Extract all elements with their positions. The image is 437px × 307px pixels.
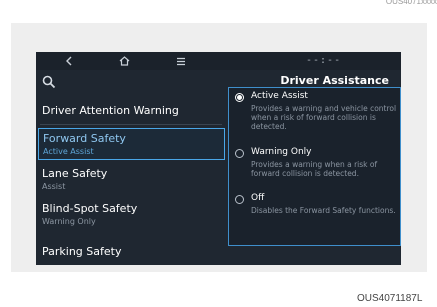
menu-icon[interactable] bbox=[174, 54, 188, 68]
back-icon[interactable] bbox=[62, 54, 76, 68]
home-icon[interactable] bbox=[117, 54, 131, 68]
menu-item-forward-safety[interactable]: Forward Safety Active Assist bbox=[38, 128, 225, 160]
right-panel: Driver Assistance Active Assist Provides… bbox=[228, 70, 401, 265]
menu-item-value: Assist bbox=[42, 182, 66, 191]
top-code-text: OUS4071xxxx bbox=[385, 0, 437, 6]
search-icon bbox=[42, 75, 56, 89]
menu-item-lane-safety[interactable]: Lane Safety Assist bbox=[36, 165, 226, 195]
menu-item-label: Driver Attention Warning bbox=[42, 104, 179, 117]
option-description: Provides a warning and vehicle control w… bbox=[251, 104, 397, 131]
menu-item-blind-spot-safety[interactable]: Blind-Spot Safety Warning Only bbox=[36, 200, 226, 230]
menu-item-parking-safety[interactable]: Parking Safety bbox=[36, 243, 226, 263]
radio-checked-icon[interactable] bbox=[235, 93, 244, 102]
menu-item-driver-attention-warning[interactable]: Driver Attention Warning bbox=[36, 98, 226, 124]
option-active-assist[interactable]: Active Assist Provides a warning and veh… bbox=[229, 90, 400, 142]
menu-item-label: Blind-Spot Safety bbox=[42, 202, 138, 215]
menu-item-label: Forward Safety bbox=[43, 132, 126, 145]
option-off[interactable]: Off Disables the Forward Safety function… bbox=[229, 192, 400, 242]
menu-item-label: Lane Safety bbox=[42, 167, 108, 180]
option-warning-only[interactable]: Warning Only Provides a warning when a r… bbox=[229, 146, 400, 188]
option-title: Active Assist bbox=[251, 91, 308, 101]
figure-code: OUS4071187L bbox=[357, 293, 423, 304]
panel-title: Driver Assistance bbox=[280, 74, 389, 87]
divider bbox=[40, 124, 222, 125]
option-description: Disables the Forward Safety functions. bbox=[251, 206, 396, 215]
search-button[interactable] bbox=[40, 72, 222, 92]
menu-item-label: Parking Safety bbox=[42, 245, 122, 258]
menu-item-value: Active Assist bbox=[43, 147, 94, 156]
radio-unchecked-icon[interactable] bbox=[235, 149, 244, 158]
infotainment-screen: --:-- Driver Attention Warning Forward S… bbox=[36, 52, 401, 265]
clock: --:-- bbox=[306, 55, 342, 66]
radio-unchecked-icon[interactable] bbox=[235, 195, 244, 204]
option-title: Warning Only bbox=[251, 147, 312, 157]
option-description: Provides a warning when a risk of forwar… bbox=[251, 160, 378, 178]
menu-item-value: Warning Only bbox=[42, 217, 96, 226]
nav-bar: --:-- bbox=[36, 52, 401, 70]
left-menu: Driver Attention Warning Forward Safety … bbox=[36, 70, 226, 265]
option-title: Off bbox=[251, 193, 265, 203]
options-box: Active Assist Provides a warning and veh… bbox=[228, 87, 401, 246]
